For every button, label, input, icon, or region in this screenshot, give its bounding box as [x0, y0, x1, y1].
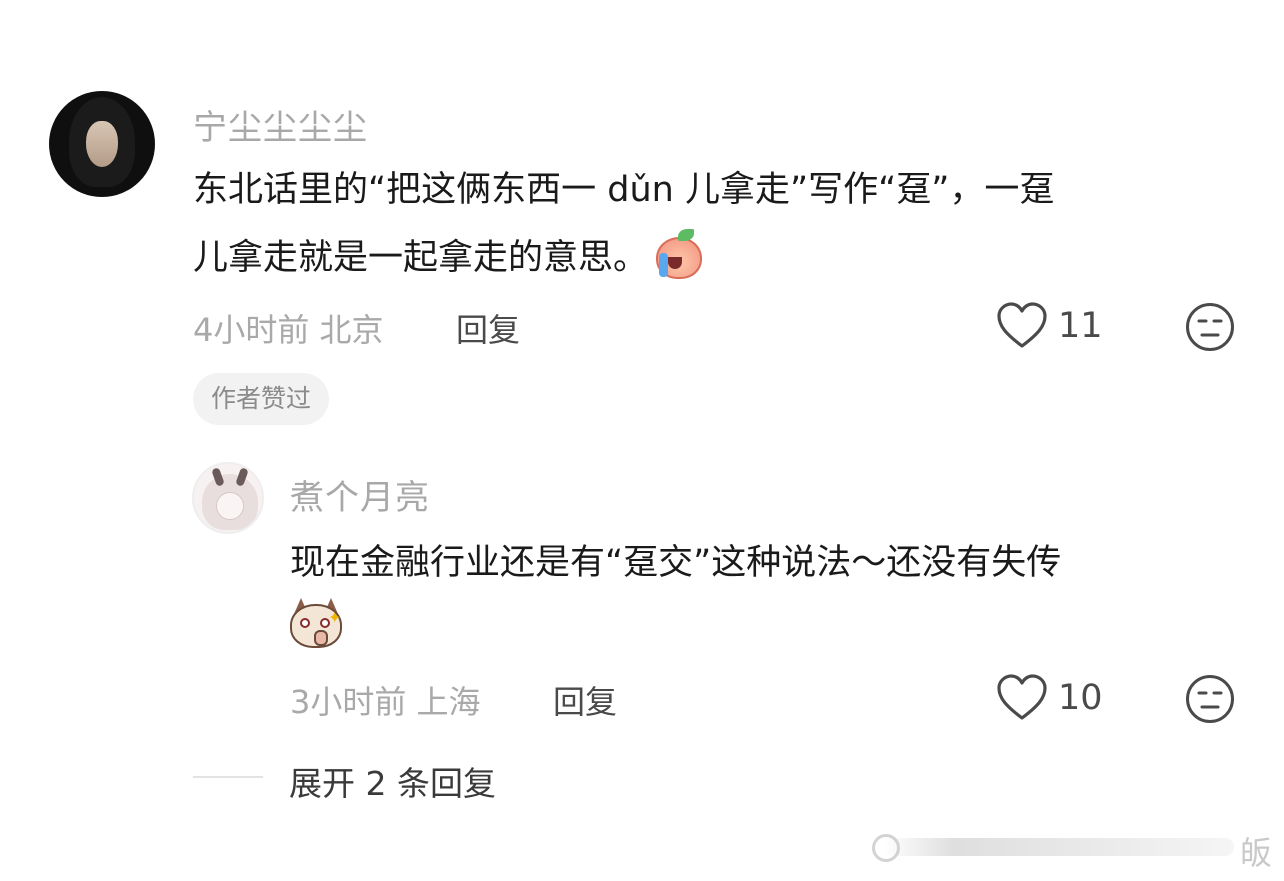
expand-divider: [193, 776, 263, 778]
comment-text-line-1: 东北话里的“把这俩东西一 dǔn 儿拿走”写作“趸”，一趸: [193, 170, 1055, 210]
comment-text-line-2: 儿拿走就是一起拿走的意思。: [193, 224, 704, 292]
reply-like-button[interactable]: 10: [996, 674, 1103, 722]
cat-finger-heart-emoji-icon: ✦: [290, 598, 344, 652]
comment-text-line-2-text: 儿拿走就是一起拿走的意思。: [193, 238, 649, 278]
comment-username[interactable]: 宁尘尘尘尘: [193, 100, 368, 149]
reply-avatar[interactable]: [192, 462, 264, 534]
dislike-face-icon[interactable]: [1185, 674, 1235, 724]
avatar-face: [216, 492, 244, 520]
reply-button[interactable]: 回复: [456, 305, 520, 351]
like-button[interactable]: 11: [996, 302, 1103, 350]
expand-replies-button[interactable]: 展开 2 条回复: [289, 757, 496, 805]
reply-reply-button[interactable]: 回复: [553, 677, 617, 723]
heart-icon: [997, 674, 1047, 720]
watermark-char: 皈: [1240, 834, 1273, 872]
reply-text-line-1: 现在金融行业还是有“趸交”这种说法～还没有失传: [290, 543, 1062, 583]
avatar[interactable]: [49, 91, 155, 197]
crying-peach-emoji-icon: [652, 229, 704, 281]
heart-icon: [997, 302, 1047, 348]
like-count: 11: [1058, 306, 1103, 346]
avatar-face: [86, 121, 118, 167]
watermark-graphic: [870, 826, 1242, 866]
dislike-face-icon[interactable]: [1185, 302, 1235, 352]
comment-time-location: 4小时前 北京: [193, 311, 384, 349]
reply-time-location: 3小时前 上海: [290, 683, 481, 721]
reply-like-count: 10: [1058, 678, 1103, 718]
author-liked-badge: 作者赞过: [193, 373, 330, 425]
comment-thread: 宁尘尘尘尘 东北话里的“把这俩东西一 dǔn 儿拿走”写作“趸”，一趸 儿拿走就…: [0, 0, 1284, 881]
reply-username[interactable]: 煮个月亮: [290, 470, 430, 519]
